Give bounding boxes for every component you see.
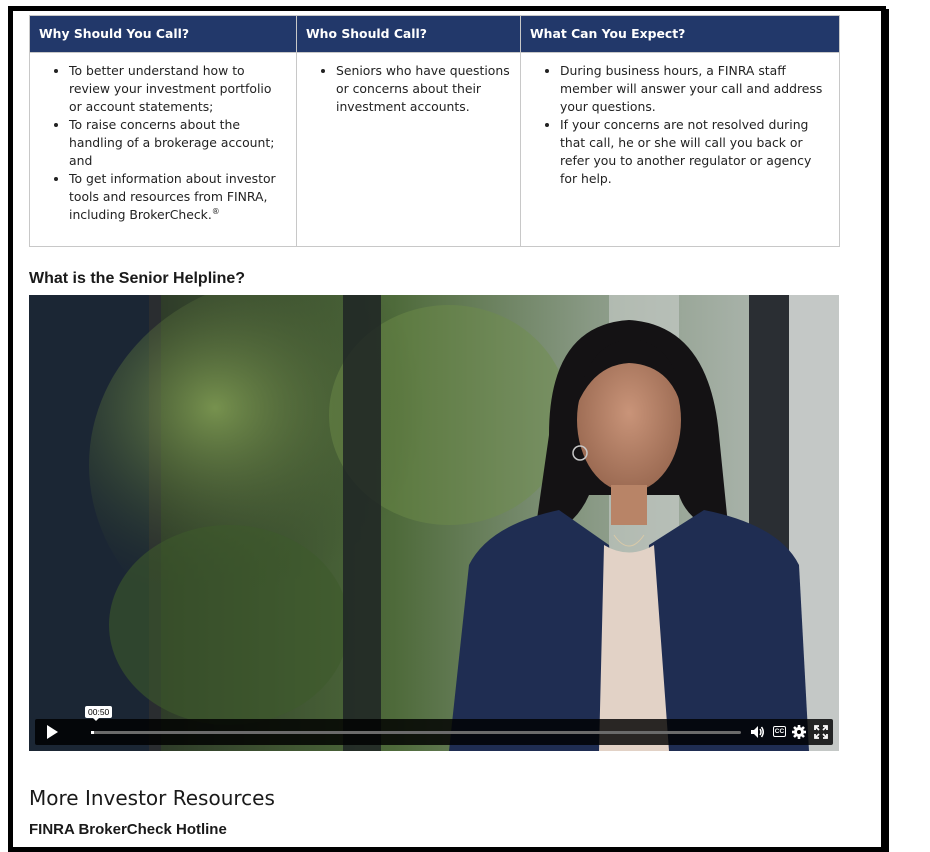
page-frame: Why Should You Call? Who Should Call? Wh… xyxy=(8,6,886,852)
video-section-title: What is the Senior Helpline? xyxy=(29,270,246,287)
table-header-row: Why Should You Call? Who Should Call? Wh… xyxy=(29,15,840,53)
senior-helpline-table: Why Should You Call? Who Should Call? Wh… xyxy=(29,15,840,247)
header-why: Why Should You Call? xyxy=(29,15,297,53)
play-icon[interactable] xyxy=(45,725,59,739)
time-tooltip: 00:50 xyxy=(85,706,113,721)
volume-icon[interactable] xyxy=(749,724,765,740)
list-item: If your concerns are not resolved during… xyxy=(560,116,830,188)
video-frame xyxy=(29,295,839,751)
list-item: To raise concerns about the handling of … xyxy=(69,116,287,170)
registered-mark: ® xyxy=(211,206,220,216)
progress-bar[interactable] xyxy=(91,731,741,734)
cell-who: Seniors who have questions or concerns a… xyxy=(296,52,521,247)
brokercheck-hotline-heading: FINRA BrokerCheck Hotline xyxy=(29,821,227,838)
list-item: To better understand how to review your … xyxy=(69,62,287,116)
video-player[interactable]: 00:50 CC xyxy=(29,295,839,751)
cell-why: To better understand how to review your … xyxy=(29,52,297,247)
settings-icon[interactable] xyxy=(791,724,807,740)
list-item-text: To get information about investor tools … xyxy=(69,171,276,222)
cell-expect: During business hours, a FINRA staff mem… xyxy=(520,52,840,247)
progress-fill xyxy=(91,731,95,734)
table-row: To better understand how to review your … xyxy=(29,52,840,247)
list-item: Seniors who have questions or concerns a… xyxy=(336,62,511,116)
list-item: During business hours, a FINRA staff mem… xyxy=(560,62,830,116)
header-expect: What Can You Expect? xyxy=(520,15,840,53)
fullscreen-icon[interactable] xyxy=(813,724,829,740)
captions-icon[interactable]: CC xyxy=(773,726,786,737)
main-content: Why Should You Call? Who Should Call? Wh… xyxy=(29,15,840,838)
list-item: To get information about investor tools … xyxy=(69,170,287,224)
video-controls: 00:50 CC xyxy=(35,706,833,745)
header-who: Who Should Call? xyxy=(296,15,521,53)
more-resources-title: More Investor Resources xyxy=(29,786,275,810)
